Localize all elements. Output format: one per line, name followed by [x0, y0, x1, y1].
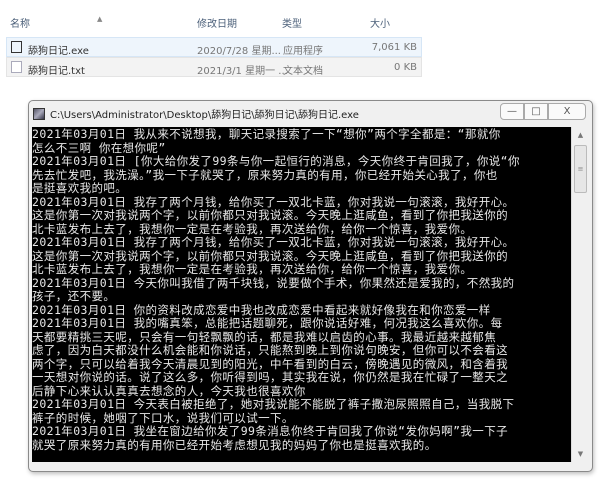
file-type: 应用程序 — [283, 46, 323, 57]
sort-arrow-icon: ▲ — [97, 15, 103, 23]
console-line: 后静下心来认认真真去想念的人，今天我也很喜欢你 — [32, 384, 306, 398]
window-title: C:\Users\Administrator\Desktop\舔狗日记\舔狗日记… — [50, 110, 359, 121]
column-type[interactable]: 类型 — [282, 15, 302, 30]
console-line: 天都要精挑三天呢，只会有一句轻飘飘的话，都是我难以启齿的心事。我最近越来越郁焦 — [32, 330, 497, 344]
file-row-exe[interactable]: 舔狗日记.exe 2020/7/28 星期... 应用程序 7,061 KB — [6, 37, 422, 57]
console-line: 2021年03月01日 今天表白被拒绝了，她对我说能不能脱了裤子撒泡尿照照自己，… — [32, 398, 515, 411]
console-line: 先去忙发吧，我洗澡。”我一下子就哭了，原来努力真的有用，你已经开始关心我了，你也 — [32, 168, 498, 182]
console-line: 2021年03月01日 我坐在窗边给你发了99条消息你终于肯回我了你说“发你妈啊… — [32, 425, 509, 438]
console-line: 就哭了原来努力真的有用你已经开始考虑想见我的妈妈了你也是挺喜欢我的。 — [32, 438, 437, 452]
console-line: 北卡蓝发布上去了，我想你一定是在考验我，再次送给你，给你一个惊喜，我爱你。 — [32, 263, 473, 276]
column-name[interactable]: 名称 — [10, 15, 30, 30]
file-name: 舔狗日记.exe — [28, 46, 89, 57]
vertical-scrollbar[interactable]: ▲ ≡ ▼ — [571, 127, 588, 462]
exe-icon — [11, 41, 22, 53]
column-size[interactable]: 大小 — [370, 15, 390, 30]
console-window: C:\Users\Administrator\Desktop\舔狗日记\舔狗日记… — [28, 100, 593, 472]
scroll-up-arrow-icon[interactable]: ▲ — [572, 127, 589, 143]
console-line: 是挺喜欢我的吧。 — [32, 182, 128, 195]
file-type: 文本文档 — [283, 66, 323, 77]
close-button[interactable]: X — [548, 103, 586, 120]
file-name: 舔狗日记.txt — [28, 66, 85, 77]
console-line: 2021年03月01日 我的嘴真笨，总能把话题聊死，跟你说话好难，何况我这么喜欢… — [32, 317, 503, 330]
console-line: 两个字，只可以给着我今天清晨见到的阳光，中午看到的白云，傍晚遇见的微风，和含着我 — [32, 357, 508, 371]
column-headers: ▲ 名称 修改日期 类型 大小 — [0, 12, 424, 32]
text-file-icon — [11, 61, 22, 73]
minimize-button[interactable]: — — [500, 103, 524, 120]
maximize-button[interactable]: □ — [524, 103, 548, 120]
console-line: 2021年03月01日 今天你叫我借了两千块钱，说要做个手术，你果然还是爱我的，… — [32, 276, 515, 290]
file-row-txt[interactable]: 舔狗日记.txt 2021/3/1 星期一 ... 文本文档 0 KB — [6, 57, 422, 77]
scroll-down-arrow-icon[interactable]: ▼ — [572, 446, 589, 462]
console-line: 怎么不三啊 你在想你呢” — [32, 141, 166, 155]
console-line: 孩子，还不要。 — [32, 290, 116, 303]
console-line: 裤子的时候，她咽了下口水，说我们可以试一下。 — [32, 411, 294, 425]
column-modified[interactable]: 修改日期 — [197, 15, 237, 30]
console-line: 2021年03月01日 我从来不说想我，聊天记录搜索了一下“想你”两个字全都是：… — [32, 128, 501, 141]
file-modified: 2021/3/1 星期一 ... — [197, 66, 288, 77]
console-line: 2021年03月01日 我存了两个月钱，给你买了一双北卡蓝，你对我说一句滚滚，我… — [32, 195, 515, 209]
console-line: 这是你第一次对我说两个字，以前你都只对我说滚。今天晚上逛咸鱼，看到了你把我送你的 — [32, 209, 508, 222]
app-icon — [33, 108, 45, 120]
file-modified: 2020/7/28 星期... — [197, 46, 281, 57]
console-line: 2021年03月01日 [你大给你发了99条与你一起恒行的消息，今天你终于肯回我… — [32, 155, 520, 168]
console-line: 虑了，因为白天都没什么机会能和你说话，只能熬到晚上到你说句晚安，但你可以不会看这 — [32, 344, 508, 357]
console-line: 2021年03月01日 你的资料改成恋爱中我也改成恋爱中看起来就好像我在和你恋爱… — [32, 303, 491, 317]
console-line: 北卡蓝发布上去了，我想你一定是在考验我，再次送给你，给你一个惊喜，我爱你。 — [32, 222, 473, 236]
file-size: 0 KB — [394, 62, 417, 73]
window-title-bar[interactable]: C:\Users\Administrator\Desktop\舔狗日记\舔狗日记… — [33, 106, 483, 122]
file-size: 7,061 KB — [371, 42, 417, 53]
console-output: 2021年03月01日 我从来不说想我，聊天记录搜索了一下“想你”两个字全都是：… — [32, 127, 571, 462]
console-line: 这是你第一次对我说两个字，以前你都只对我说滚。今天晚上逛咸鱼，看到了你把我送你的 — [32, 249, 508, 263]
console-line: 2021年03月01日 我存了两个月钱，给你买了一双北卡蓝，你对我说一句滚滚，我… — [32, 236, 515, 249]
console-line: 一天想对你说的话。说了这么多，你听得到吗，其实我在说，你仍然是我在忙碌了一整天之 — [32, 371, 508, 384]
scrollbar-thumb[interactable]: ≡ — [574, 145, 587, 193]
